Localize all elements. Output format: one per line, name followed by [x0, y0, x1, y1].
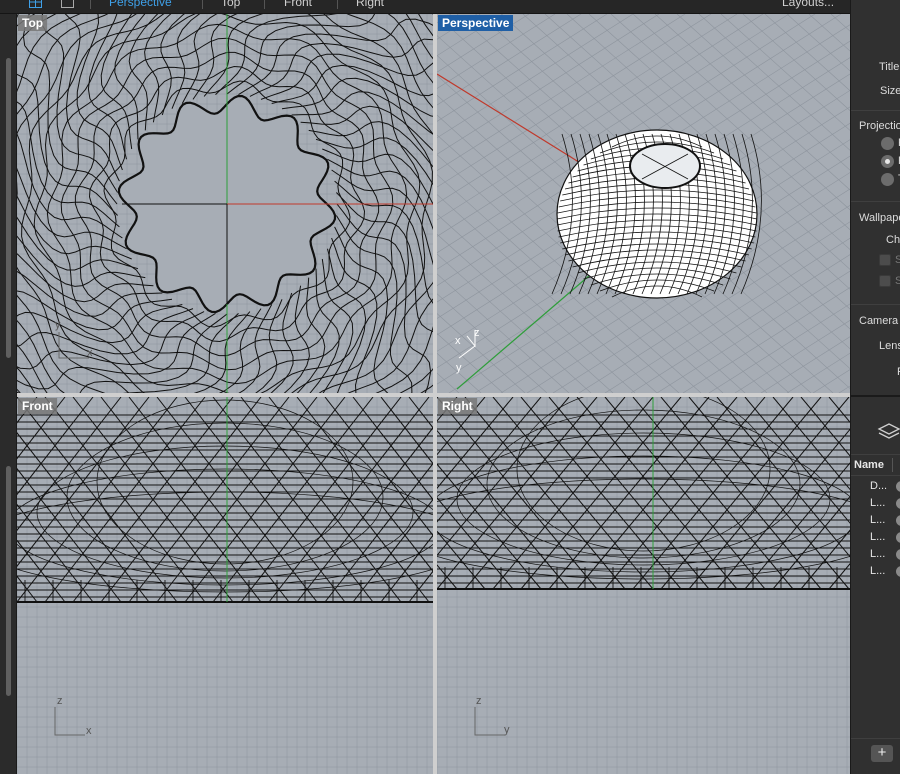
- projection-label: Projection: [859, 120, 900, 132]
- wallpaper-show-checkbox[interactable]: [879, 254, 891, 266]
- layer-row[interactable]: L...: [851, 529, 900, 546]
- add-layer-button[interactable]: +: [871, 745, 893, 762]
- layer-visibility-icon[interactable]: [896, 498, 900, 509]
- choose-wallpaper-button[interactable]: Ch: [886, 234, 900, 246]
- layer-name: D...: [870, 480, 888, 492]
- viewport-splitter-vertical[interactable]: [433, 14, 437, 774]
- viewport-label-right[interactable]: Right: [438, 398, 477, 414]
- layer-row[interactable]: D...: [851, 478, 900, 495]
- layers-icon[interactable]: [877, 421, 900, 443]
- layer-visibility-icon[interactable]: [896, 481, 900, 492]
- axis-label-z: z: [57, 695, 63, 707]
- title-label: Title: [879, 61, 900, 73]
- axis-label-z: z: [474, 327, 480, 339]
- layer-row[interactable]: L...: [851, 563, 900, 580]
- wallpaper-gray-checkbox[interactable]: [879, 275, 891, 287]
- left-scrollbar[interactable]: [6, 58, 11, 358]
- axis-label-x: x: [455, 335, 461, 347]
- layer-name: L...: [870, 497, 886, 509]
- properties-panel: Title Size Projection P P T Wallpaper Ch…: [850, 0, 900, 774]
- wallpaper-check-label: S: [895, 275, 900, 287]
- layer-row[interactable]: L...: [851, 546, 900, 563]
- layer-visibility-icon[interactable]: [896, 549, 900, 560]
- axis-label-y: y: [504, 724, 510, 736]
- tab-front[interactable]: Front: [284, 0, 312, 9]
- tab-right[interactable]: Right: [356, 0, 384, 9]
- viewport-top[interactable]: Top y x: [17, 14, 433, 393]
- viewport-label-perspective[interactable]: Perspective: [438, 15, 514, 31]
- lens-label: Lens: [879, 340, 900, 352]
- sphere-opening: [629, 143, 701, 189]
- layer-name: L...: [870, 514, 886, 526]
- viewport-right[interactable]: Right z y: [437, 397, 850, 774]
- layer-row[interactable]: L...: [851, 512, 900, 529]
- size-label: Size: [880, 85, 900, 97]
- layer-visibility-icon[interactable]: [896, 566, 900, 577]
- single-viewport-icon[interactable]: [61, 0, 74, 8]
- viewport-label-top[interactable]: Top: [18, 15, 48, 31]
- layer-row[interactable]: L...: [851, 495, 900, 512]
- wallpaper-label: Wallpaper: [859, 212, 900, 224]
- projection-radio-parallel[interactable]: [881, 137, 894, 150]
- viewport-toolbar: Perspective Top Front Right Layouts...: [0, 0, 850, 14]
- axis-label-z: z: [476, 695, 482, 707]
- axis-label-x: x: [87, 347, 93, 359]
- layer-visibility-icon[interactable]: [896, 532, 900, 543]
- axis-label-y: y: [456, 362, 462, 374]
- layouts-button[interactable]: Layouts...: [782, 0, 834, 9]
- layer-name: L...: [870, 531, 886, 543]
- layers-column-name[interactable]: Name: [854, 459, 884, 471]
- layer-visibility-icon[interactable]: [896, 515, 900, 526]
- layer-name: L...: [870, 565, 886, 577]
- left-panel-edge: [0, 14, 17, 774]
- wallpaper-check-label: S: [895, 254, 900, 266]
- viewport-front[interactable]: Front z x: [17, 397, 433, 774]
- axis-label-y: y: [55, 319, 61, 331]
- projection-radio-perspective[interactable]: [881, 155, 894, 168]
- viewport-label-front[interactable]: Front: [18, 398, 57, 414]
- tab-perspective[interactable]: Perspective: [109, 0, 172, 9]
- viewport-background: [17, 397, 433, 774]
- layer-name: L...: [870, 548, 886, 560]
- projection-radio-two-point[interactable]: [881, 173, 894, 186]
- axis-label-x: x: [86, 725, 92, 737]
- camera-label: Camera: [859, 315, 899, 327]
- left-scrollbar-lower[interactable]: [6, 466, 11, 696]
- viewport-perspective[interactable]: Perspective z x y: [437, 14, 850, 393]
- tab-top[interactable]: Top: [221, 0, 240, 9]
- grid-layout-icon[interactable]: [29, 0, 42, 8]
- viewport-background: [437, 397, 850, 774]
